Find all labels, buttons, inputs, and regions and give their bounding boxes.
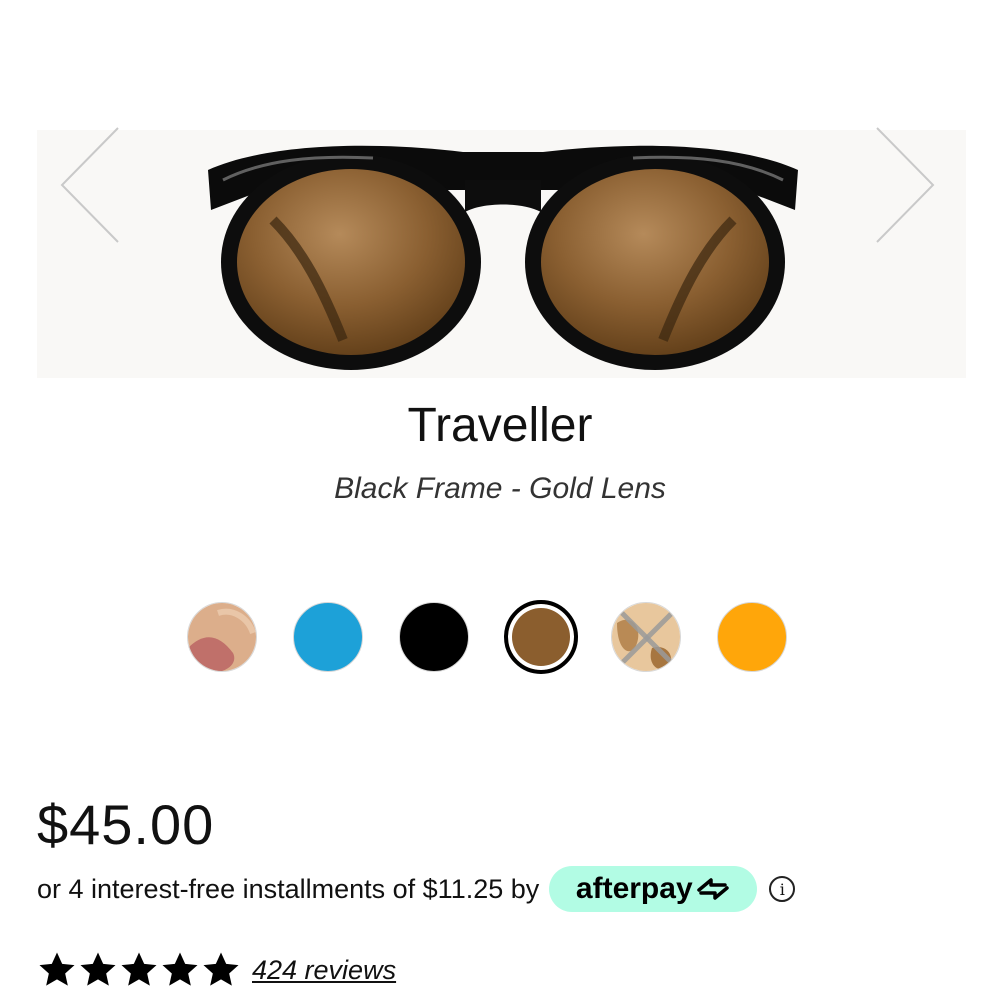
rose-tortoise-pattern — [188, 603, 256, 671]
afterpay-logo-text: afterpay — [575, 872, 693, 905]
swatch-black[interactable] — [399, 602, 469, 672]
product-title: Traveller — [407, 399, 593, 452]
unavailable-cross-icon — [616, 607, 678, 669]
star-icon — [80, 952, 116, 986]
chevron-left-icon[interactable] — [55, 125, 125, 245]
star-icon — [162, 952, 198, 986]
reviews-link[interactable]: 424 reviews — [252, 955, 396, 986]
swatch-tortoise-unavailable[interactable] — [611, 602, 681, 672]
swatch-rose-tortoise[interactable] — [187, 602, 257, 672]
info-icon[interactable]: i — [769, 876, 796, 902]
afterpay-badge[interactable]: afterpay — [549, 866, 758, 912]
installments-text: or 4 interest-free installments of $11.2… — [37, 873, 540, 904]
rating-row: 424 reviews — [37, 950, 396, 990]
product-variant: Black Frame - Gold Lens — [334, 472, 666, 505]
color-swatches — [187, 600, 807, 676]
swatch-blue[interactable] — [293, 602, 363, 672]
installments-row: or 4 interest-free installments of $11.2… — [37, 866, 796, 912]
swatch-orange[interactable] — [717, 602, 787, 672]
star-icon — [39, 952, 75, 986]
product-image — [208, 145, 798, 370]
afterpay-arrows-icon — [696, 878, 729, 900]
swatch-brown[interactable] — [504, 600, 578, 674]
star-icon — [203, 952, 239, 986]
chevron-right-icon[interactable] — [870, 125, 940, 245]
star-icon — [121, 952, 157, 986]
product-price: $45.00 — [37, 793, 215, 856]
